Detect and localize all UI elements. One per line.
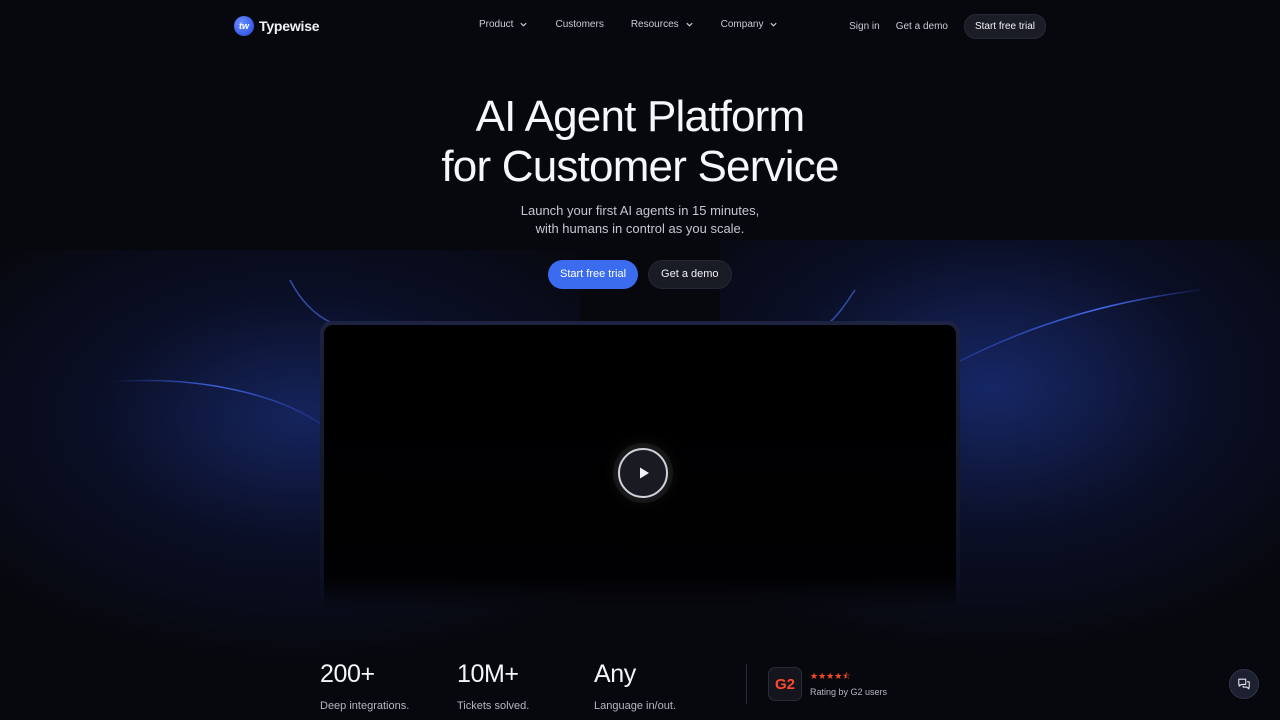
hero-start-trial-button[interactable]: Start free trial xyxy=(548,260,639,289)
chevron-down-icon xyxy=(520,22,528,27)
nav-item-resources[interactable]: Resources xyxy=(631,19,694,30)
nav-item-label: Product xyxy=(479,19,514,30)
page: tw Typewise Product Customers Resources … xyxy=(0,0,1280,720)
g2-rating-info: ★★★★⯪ Rating by G2 users xyxy=(810,671,887,697)
video-frame xyxy=(320,321,960,611)
top-nav: tw Typewise Product Customers Resources … xyxy=(0,0,1280,54)
chevron-down-icon xyxy=(686,22,693,27)
hero-subtitle-line-2: with humans in control as you scale. xyxy=(535,221,745,236)
stat-tickets: 10M+ Tickets solved. xyxy=(457,660,594,712)
stat-label: Tickets solved. xyxy=(457,700,530,712)
star-rating-icon: ★★★★⯪ xyxy=(810,671,851,681)
g2-rating-label: Rating by G2 users xyxy=(810,687,888,697)
hero-title: AI Agent Platform for Customer Service xyxy=(0,92,1280,192)
typewise-logo-icon: tw xyxy=(234,16,254,36)
nav-item-label: Company xyxy=(720,19,764,30)
stats-divider xyxy=(746,664,747,704)
nav-item-product[interactable]: Product xyxy=(479,19,528,30)
g2-logo-icon: G2 xyxy=(768,667,802,701)
chevron-down-icon xyxy=(770,22,778,27)
g2-logo-text: G2 xyxy=(774,675,795,693)
play-button[interactable] xyxy=(618,448,668,498)
chat-widget-button[interactable] xyxy=(1229,669,1259,699)
nav-start-trial-button[interactable]: Start free trial xyxy=(963,14,1046,39)
brand-name: Typewise xyxy=(259,18,320,34)
hero-get-demo-button[interactable]: Get a demo xyxy=(648,260,732,289)
nav-actions: Sign in Get a demo Start free trial xyxy=(849,14,1046,39)
hero-subtitle-line-1: Launch your first AI agents in 15 minute… xyxy=(520,203,760,218)
stat-value: Any xyxy=(594,660,636,688)
stats-row: 200+ Deep integrations. 10M+ Tickets sol… xyxy=(320,660,731,712)
hero-buttons: Start free trial Get a demo xyxy=(548,260,732,289)
stat-label: Deep integrations. xyxy=(320,700,410,712)
hero-subtitle: Launch your first AI agents in 15 minute… xyxy=(0,202,1280,238)
nav-item-company[interactable]: Company xyxy=(721,19,779,30)
stat-label: Language in/out. xyxy=(594,700,676,712)
hero-title-line-1: AI Agent Platform xyxy=(475,92,806,141)
video-player[interactable] xyxy=(324,325,956,611)
get-demo-link[interactable]: Get a demo xyxy=(896,21,948,32)
play-icon xyxy=(640,467,649,479)
sign-in-link[interactable]: Sign in xyxy=(849,21,880,32)
chat-bubbles-icon xyxy=(1238,678,1250,690)
brand-logo[interactable]: tw Typewise xyxy=(234,16,320,36)
nav-item-customers[interactable]: Customers xyxy=(555,19,603,30)
stat-integrations: 200+ Deep integrations. xyxy=(320,660,457,712)
stat-languages: Any Language in/out. xyxy=(594,660,731,712)
stat-value: 10M+ xyxy=(457,660,519,688)
g2-rating[interactable]: G2 ★★★★⯪ Rating by G2 users xyxy=(768,667,887,701)
nav-item-label: Customers xyxy=(555,19,604,30)
stat-value: 200+ xyxy=(320,660,375,688)
nav-links: Product Customers Resources Company xyxy=(479,19,805,30)
hero-title-line-2: for Customer Service xyxy=(441,142,839,191)
nav-item-label: Resources xyxy=(630,19,679,30)
